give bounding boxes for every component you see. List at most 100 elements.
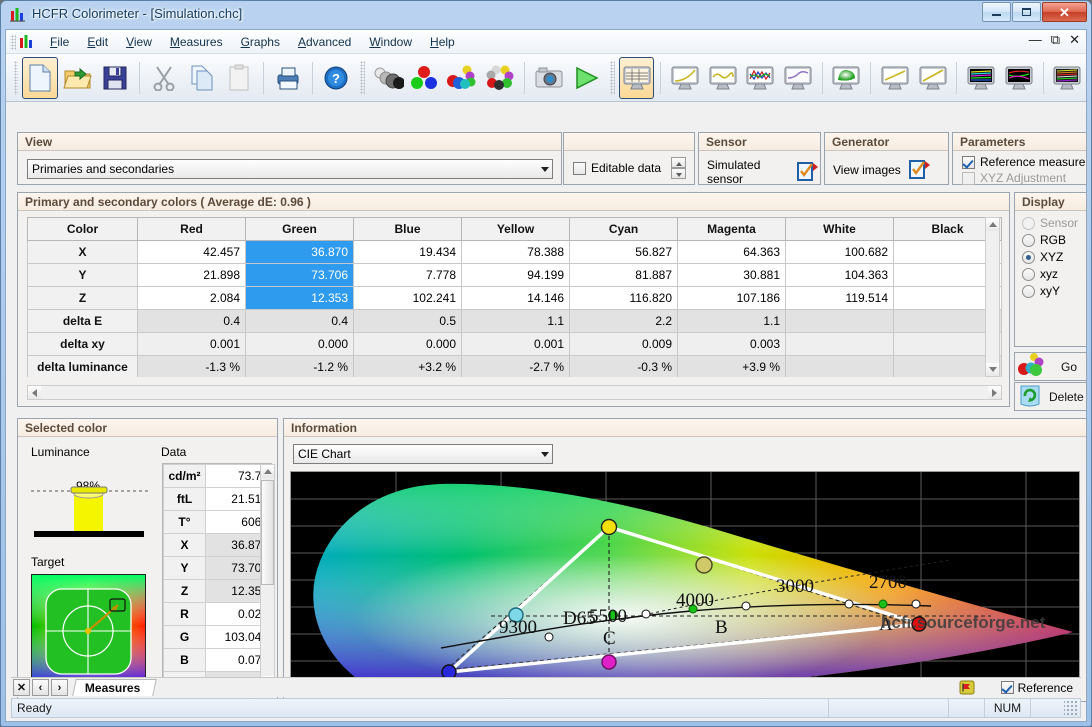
- open-file-button[interactable]: [60, 57, 96, 99]
- display-option-xyz-lower[interactable]: xyz: [1022, 267, 1086, 281]
- tab-next-button[interactable]: ›: [51, 679, 68, 696]
- primaries-measure-button[interactable]: [407, 57, 443, 99]
- resize-grip-icon[interactable]: [1064, 701, 1078, 715]
- reference-checkbox[interactable]: Reference: [1001, 681, 1073, 695]
- cell-deltalum-cyan[interactable]: -0.3 %: [570, 356, 678, 378]
- cell-z-white[interactable]: 119.514: [786, 287, 894, 310]
- view-gamma-button[interactable]: [877, 57, 913, 99]
- col-header-white[interactable]: White: [786, 218, 894, 241]
- cie-chart[interactable]: 9300 D65 5500 4000 3000 2700 A B C hcfr.…: [290, 471, 1080, 693]
- cell-deltalum-white[interactable]: [786, 356, 894, 378]
- col-header-cyan[interactable]: Cyan: [570, 218, 678, 241]
- cell-x-green[interactable]: 36.870: [246, 241, 354, 264]
- editable-spinner[interactable]: [671, 157, 686, 179]
- cell-z-magenta[interactable]: 107.186: [678, 287, 786, 310]
- view-luminance-button[interactable]: [780, 57, 816, 99]
- cell-deltaxy-yellow[interactable]: 0.001: [462, 333, 570, 356]
- menu-graphs[interactable]: Graphs: [232, 32, 289, 52]
- cell-deltalum-blue[interactable]: +3.2 %: [354, 356, 462, 378]
- cell-deltae-red[interactable]: 0.4: [138, 310, 246, 333]
- cell-y-white[interactable]: 104.363: [786, 264, 894, 287]
- col-header-red[interactable]: Red: [138, 218, 246, 241]
- scroll-right-icon[interactable]: [988, 386, 1001, 399]
- col-header-color[interactable]: Color: [28, 218, 138, 241]
- menubar-grip[interactable]: [10, 34, 16, 50]
- target-widget[interactable]: [31, 574, 146, 689]
- cell-deltae-cyan[interactable]: 2.2: [570, 310, 678, 333]
- view-spectrum2-button[interactable]: [1001, 57, 1037, 99]
- cell-y-yellow[interactable]: 94.199: [462, 264, 570, 287]
- cell-deltae-white[interactable]: [786, 310, 894, 333]
- chart-type-select[interactable]: CIE Chart: [293, 444, 553, 464]
- toolbar-grip-3[interactable]: [610, 61, 614, 95]
- toolbar-grip-2[interactable]: [360, 61, 364, 95]
- grayscale-measure-button[interactable]: [369, 57, 405, 99]
- col-header-blue[interactable]: Blue: [354, 218, 462, 241]
- menu-view[interactable]: View: [117, 32, 161, 52]
- cell-y-magenta[interactable]: 30.881: [678, 264, 786, 287]
- mdi-minimize-button[interactable]: —: [1029, 32, 1042, 48]
- copy-button[interactable]: [184, 57, 220, 99]
- menu-help[interactable]: Help: [421, 32, 464, 52]
- cut-button[interactable]: [146, 57, 182, 99]
- window-maximize-button[interactable]: [1012, 2, 1041, 22]
- cell-deltaxy-cyan[interactable]: 0.009: [570, 333, 678, 356]
- cell-x-blue[interactable]: 19.434: [354, 241, 462, 264]
- cell-x-cyan[interactable]: 56.827: [570, 241, 678, 264]
- tab-prev-button[interactable]: ‹: [32, 679, 49, 696]
- cell-x-white[interactable]: 100.682: [786, 241, 894, 264]
- view-cie-chart-button[interactable]: [829, 57, 865, 99]
- cell-y-cyan[interactable]: 81.887: [570, 264, 678, 287]
- cell-y-red[interactable]: 21.898: [138, 264, 246, 287]
- cell-deltae-green[interactable]: 0.4: [246, 310, 354, 333]
- cell-z-cyan[interactable]: 116.820: [570, 287, 678, 310]
- editable-data-checkbox[interactable]: Editable data: [573, 161, 661, 175]
- cell-z-red[interactable]: 2.084: [138, 287, 246, 310]
- view-gamma-curve-button[interactable]: [667, 57, 703, 99]
- cell-z-blue[interactable]: 102.241: [354, 287, 462, 310]
- cell-deltaxy-red[interactable]: 0.001: [138, 333, 246, 356]
- cell-deltalum-yellow[interactable]: -2.7 %: [462, 356, 570, 378]
- save-button[interactable]: [98, 57, 134, 99]
- menu-edit[interactable]: Edit: [78, 32, 117, 52]
- run-button[interactable]: [569, 57, 605, 99]
- print-button[interactable]: [270, 57, 306, 99]
- spinner-down-icon[interactable]: [671, 168, 686, 179]
- go-button[interactable]: Go: [1014, 352, 1087, 381]
- cell-deltaxy-blue[interactable]: 0.000: [354, 333, 462, 356]
- cell-deltae-blue[interactable]: 0.5: [354, 310, 462, 333]
- capture-button[interactable]: [531, 57, 567, 99]
- menu-advanced[interactable]: Advanced: [289, 32, 360, 52]
- table-horizontal-scrollbar[interactable]: [27, 385, 1002, 400]
- menu-window[interactable]: Window: [360, 32, 421, 52]
- view-gamut-button[interactable]: [915, 57, 951, 99]
- cell-x-yellow[interactable]: 78.388: [462, 241, 570, 264]
- col-header-yellow[interactable]: Yellow: [462, 218, 570, 241]
- cell-y-green[interactable]: 73.706: [246, 264, 354, 287]
- cell-deltaxy-magenta[interactable]: 0.003: [678, 333, 786, 356]
- full-measure-button[interactable]: [482, 57, 518, 99]
- cell-deltaxy-green[interactable]: 0.000: [246, 333, 354, 356]
- data-vertical-scrollbar[interactable]: [260, 464, 275, 690]
- spinner-up-icon[interactable]: [671, 157, 686, 168]
- cell-deltalum-green[interactable]: -1.2 %: [246, 356, 354, 378]
- generator-config-button[interactable]: [907, 158, 932, 182]
- window-close-button[interactable]: ✕: [1042, 2, 1087, 22]
- col-header-magenta[interactable]: Magenta: [678, 218, 786, 241]
- cell-deltae-magenta[interactable]: 1.1: [678, 310, 786, 333]
- scroll-down-icon[interactable]: [986, 363, 999, 376]
- scroll-left-icon[interactable]: [28, 386, 41, 399]
- scrollbar-thumb[interactable]: [261, 480, 274, 585]
- scroll-up-icon[interactable]: [986, 218, 999, 231]
- view-multi-curve-button[interactable]: [742, 57, 778, 99]
- view-rgb-levels-button[interactable]: [705, 57, 741, 99]
- window-minimize-button[interactable]: [982, 2, 1011, 22]
- cell-z-green[interactable]: 12.353: [246, 287, 354, 310]
- tab-measures[interactable]: Measures: [72, 679, 157, 696]
- saturations-measure-button[interactable]: [444, 57, 480, 99]
- display-option-xyz[interactable]: XYZ: [1022, 250, 1086, 264]
- cell-x-magenta[interactable]: 64.363: [678, 241, 786, 264]
- view-select[interactable]: Primaries and secondaries: [27, 159, 553, 179]
- scroll-up-icon[interactable]: [261, 465, 274, 478]
- view-data-table-button[interactable]: [619, 57, 655, 99]
